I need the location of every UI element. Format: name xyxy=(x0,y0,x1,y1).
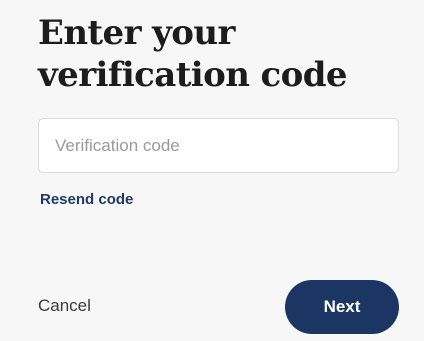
verification-screen: Enter your verification code Resend code… xyxy=(0,0,424,341)
verification-code-input[interactable] xyxy=(38,118,399,173)
page-title-line-2: verification code xyxy=(38,55,348,95)
resend-code-link[interactable]: Resend code xyxy=(40,191,133,208)
next-button[interactable]: Next xyxy=(285,280,399,334)
page-title: Enter your verification code xyxy=(38,12,408,96)
cancel-button[interactable]: Cancel xyxy=(38,296,91,316)
page-title-line-1: Enter your xyxy=(38,13,235,53)
